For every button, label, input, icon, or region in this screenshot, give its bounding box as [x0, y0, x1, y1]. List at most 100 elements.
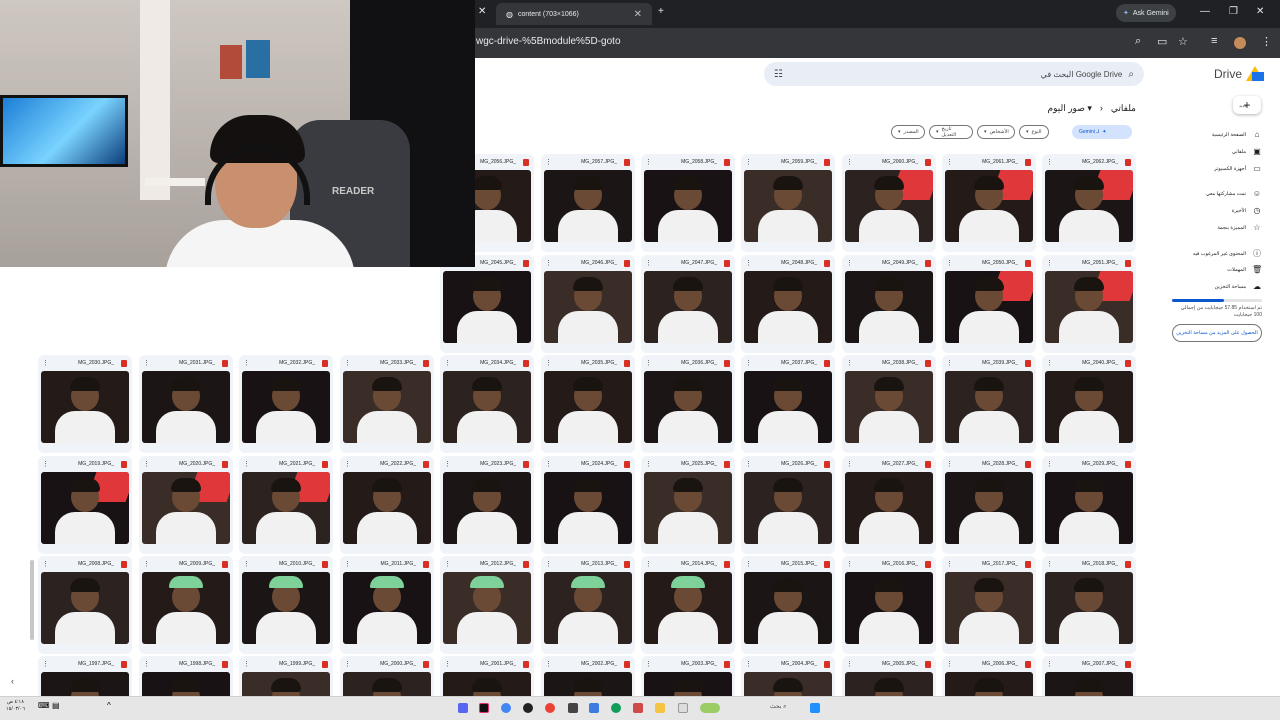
more-actions-icon[interactable]: ⋮: [645, 259, 652, 267]
file-thumbnail[interactable]: [242, 472, 330, 544]
search-input[interactable]: ☷ البحث في Google Drive ⌕: [764, 62, 1144, 86]
breadcrumb-current-dropdown[interactable]: صور اليوم ▾: [1048, 103, 1092, 114]
close-tab-icon[interactable]: ✕: [478, 6, 486, 17]
more-actions-icon[interactable]: ⋮: [645, 460, 652, 468]
file-card[interactable]: ⋮ MG_2023.JPG_: [440, 456, 534, 554]
minimize-icon[interactable]: —: [1200, 6, 1210, 17]
more-actions-icon[interactable]: ⋮: [545, 359, 552, 367]
restore-icon[interactable]: ❐: [1229, 6, 1238, 17]
file-card[interactable]: ⋮ MG_2017.JPG_: [942, 556, 1036, 654]
more-actions-icon[interactable]: ⋮: [645, 158, 652, 166]
folder-icon[interactable]: [655, 703, 665, 713]
file-thumbnail[interactable]: [945, 472, 1033, 544]
file-card[interactable]: ⋮ MG_2061.JPG_: [942, 154, 1036, 252]
file-card[interactable]: ⋮ MG_2059.JPG_: [741, 154, 835, 252]
file-card[interactable]: ⋮ MG_2026.JPG_: [741, 456, 835, 554]
file-card[interactable]: ⋮ MG_2058.JPG_: [641, 154, 735, 252]
more-actions-icon[interactable]: ⋮: [946, 460, 953, 468]
more-actions-icon[interactable]: ⋮: [946, 158, 953, 166]
sidebar-item-people[interactable]: تمت مشاركتها معي ☺: [1206, 189, 1262, 198]
app-icon[interactable]: [589, 703, 599, 713]
file-card[interactable]: ⋮ MG_2019.JPG_: [38, 456, 132, 554]
file-card[interactable]: ⋮ MG_2020.JPG_: [139, 456, 233, 554]
get-more-storage-button[interactable]: الحصول على المزيد من مساحة التخزين: [1172, 324, 1262, 342]
discord-icon[interactable]: [458, 703, 468, 713]
cast-icon[interactable]: ▭: [1157, 35, 1167, 48]
file-thumbnail[interactable]: [242, 572, 330, 644]
file-card[interactable]: ⋮ MG_2032.JPG_: [239, 355, 333, 453]
file-card[interactable]: ⋮ MG_2040.JPG_: [1042, 355, 1136, 453]
file-thumbnail[interactable]: [443, 271, 531, 343]
more-actions-icon[interactable]: ⋮: [1046, 359, 1053, 367]
more-actions-icon[interactable]: ⋮: [344, 460, 351, 468]
breadcrumb-root[interactable]: ملفاتي: [1111, 103, 1136, 114]
more-actions-icon[interactable]: ⋮: [645, 359, 652, 367]
more-actions-icon[interactable]: ⋮: [444, 660, 451, 668]
more-actions-icon[interactable]: ⋮: [444, 460, 451, 468]
file-thumbnail[interactable]: [544, 170, 632, 242]
file-thumbnail[interactable]: [343, 371, 431, 443]
more-actions-icon[interactable]: ⋮: [846, 158, 853, 166]
more-actions-icon[interactable]: ⋮: [946, 660, 953, 668]
file-thumbnail[interactable]: [744, 170, 832, 242]
filter-people[interactable]: ▾ الأشخاص: [977, 125, 1015, 139]
file-card[interactable]: ⋮ MG_2060.JPG_: [842, 154, 936, 252]
more-actions-icon[interactable]: ⋮: [846, 359, 853, 367]
more-actions-icon[interactable]: ⋮: [946, 259, 953, 267]
file-thumbnail[interactable]: [845, 371, 933, 443]
file-thumbnail[interactable]: [644, 371, 732, 443]
more-actions-icon[interactable]: ⋮: [243, 560, 250, 568]
more-actions-icon[interactable]: ⋮: [344, 359, 351, 367]
file-thumbnail[interactable]: [142, 371, 230, 443]
file-card[interactable]: ⋮ MG_2016.JPG_: [842, 556, 936, 654]
profile-avatar[interactable]: [1234, 37, 1246, 49]
file-card[interactable]: ⋮ MG_2014.JPG_: [641, 556, 735, 654]
more-actions-icon[interactable]: ⋮: [745, 359, 752, 367]
more-actions-icon[interactable]: ⋮: [42, 560, 49, 568]
file-card[interactable]: ⋮ MG_2010.JPG_: [239, 556, 333, 654]
more-actions-icon[interactable]: ⋮: [545, 158, 552, 166]
new-button[interactable]: +: [1233, 96, 1261, 114]
chrome-icon[interactable]: [545, 703, 555, 713]
taskbar-clock[interactable]: ٤:١٨ ص ١٥/٠٣/٠٦: [6, 699, 25, 713]
file-card[interactable]: ⋮ MG_2021.JPG_: [239, 456, 333, 554]
sidebar-item-drive[interactable]: ملفاتي ▣: [1232, 147, 1262, 156]
file-card[interactable]: ⋮ MG_2013.JPG_: [541, 556, 635, 654]
file-card[interactable]: ⋮ MG_2025.JPG_: [641, 456, 735, 554]
tray-chevron-icon[interactable]: ^: [107, 701, 111, 710]
file-card[interactable]: ⋮ MG_2022.JPG_: [340, 456, 434, 554]
sidebar-item-spam[interactable]: المحتوى غير المرغوب فيه ⓘ: [1193, 248, 1262, 259]
file-thumbnail[interactable]: [945, 572, 1033, 644]
close-icon[interactable]: ✕: [634, 9, 642, 20]
file-thumbnail[interactable]: [41, 472, 129, 544]
gemini-chip[interactable]: Gemini لـ ✦: [1072, 125, 1132, 139]
file-thumbnail[interactable]: [945, 170, 1033, 242]
sidebar-item-computer[interactable]: أجهزة الكمبيوتر ▭: [1214, 164, 1262, 173]
ask-gemini-button[interactable]: ✦ Ask Gemini: [1116, 4, 1176, 22]
file-card[interactable]: ⋮ MG_2009.JPG_: [139, 556, 233, 654]
window-close-icon[interactable]: ✕: [1256, 6, 1264, 17]
file-thumbnail[interactable]: [744, 271, 832, 343]
file-thumbnail[interactable]: [644, 472, 732, 544]
windows-start-icon[interactable]: [810, 703, 820, 713]
file-thumbnail[interactable]: [1045, 271, 1133, 343]
search-options-icon[interactable]: ☷: [774, 69, 783, 80]
file-card[interactable]: ⋮ MG_2034.JPG_: [440, 355, 534, 453]
file-card[interactable]: ⋮ MG_2029.JPG_: [1042, 456, 1136, 554]
more-actions-icon[interactable]: ⋮: [243, 460, 250, 468]
sidebar-item-cloud[interactable]: مساحة التخزين ☁: [1215, 282, 1262, 291]
file-card[interactable]: ⋮ MG_2046.JPG_: [541, 255, 635, 353]
more-actions-icon[interactable]: ⋮: [645, 560, 652, 568]
file-card[interactable]: ⋮ MG_2039.JPG_: [942, 355, 1036, 453]
file-thumbnail[interactable]: [744, 472, 832, 544]
more-actions-icon[interactable]: ⋮: [645, 660, 652, 668]
chevron-left-icon[interactable]: ‹: [11, 676, 14, 686]
filter-source[interactable]: ▾ المصدر: [891, 125, 925, 139]
file-card[interactable]: ⋮ MG_2030.JPG_: [38, 355, 132, 453]
filter-type[interactable]: ▾ النوع: [1019, 125, 1049, 139]
address-bar[interactable]: wgc-drive-%5Bmodule%5D-goto: [476, 36, 621, 47]
more-actions-icon[interactable]: ⋮: [846, 259, 853, 267]
file-thumbnail[interactable]: [945, 271, 1033, 343]
file-card[interactable]: ⋮ MG_2049.JPG_: [842, 255, 936, 353]
sidebar-item-trash[interactable]: المهملات 🗑: [1227, 265, 1262, 274]
